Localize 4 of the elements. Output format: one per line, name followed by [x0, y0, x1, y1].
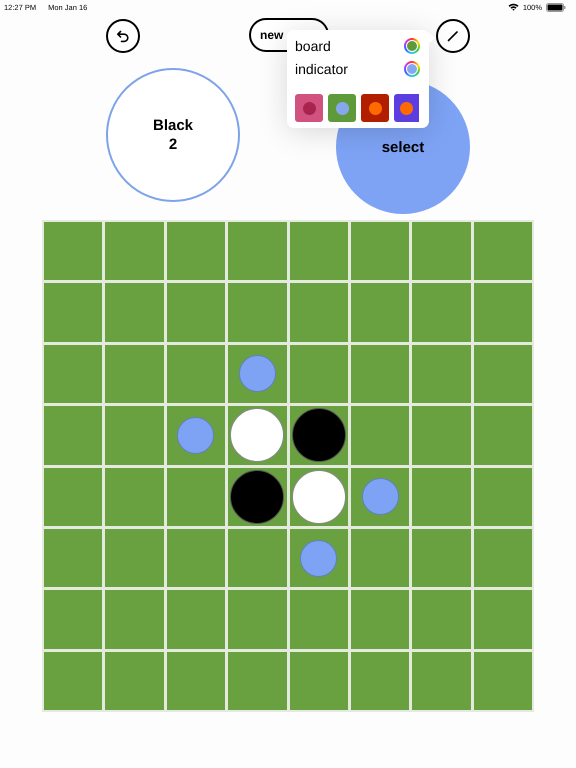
color-option-label: board — [295, 38, 331, 54]
player-score: 2 — [168, 135, 178, 154]
player-name: Black — [152, 116, 194, 135]
color-option-label: indicator — [295, 60, 348, 76]
